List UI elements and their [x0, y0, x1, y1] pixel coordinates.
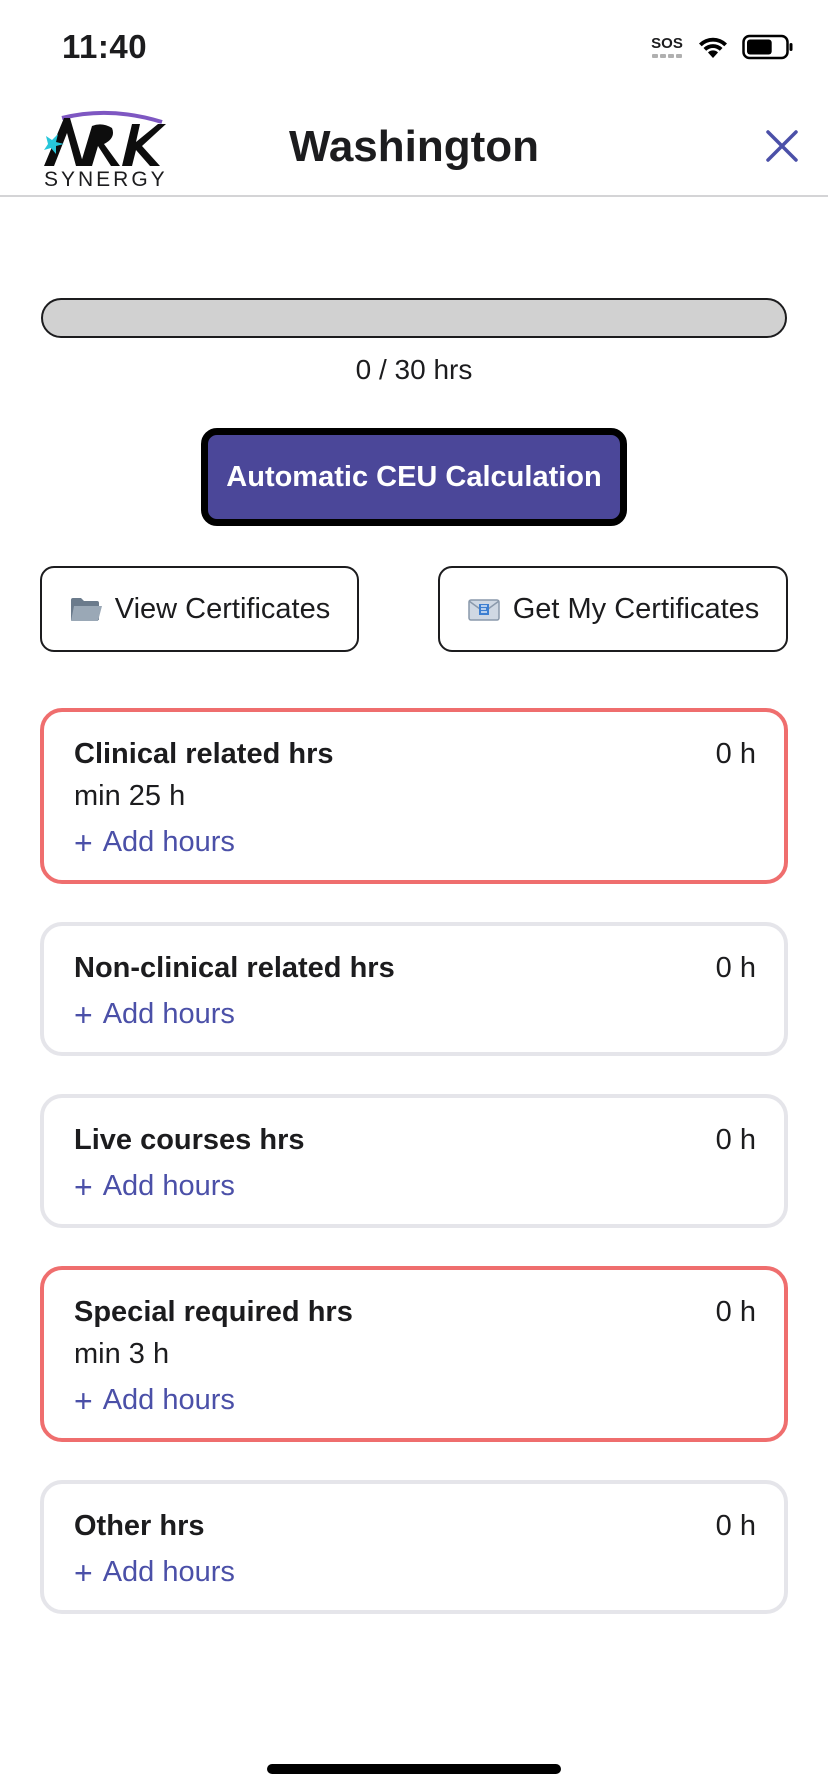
view-certificates-button[interactable]: View Certificates — [40, 566, 359, 652]
battery-icon — [742, 34, 793, 60]
category-hours: 0 h — [715, 738, 756, 770]
category-card-clinical: Clinical related hrs 0 h min 25 h + Add … — [40, 708, 788, 884]
view-certificates-label: View Certificates — [114, 592, 331, 625]
category-card-special-required: Special required hrs 0 h min 3 h + Add h… — [40, 1266, 788, 1442]
category-minimum: min 3 h — [74, 1338, 170, 1370]
wifi-icon — [699, 37, 727, 58]
category-minimum: min 25 h — [74, 780, 186, 812]
category-title: Clinical related hrs — [74, 738, 334, 770]
plus-icon: + — [74, 1382, 93, 1419]
progress-label: 0 / 30 hrs — [355, 354, 473, 385]
get-my-certificates-button[interactable]: Get My Certificates — [438, 566, 788, 652]
category-title: Other hrs — [74, 1510, 205, 1542]
category-title: Special required hrs — [74, 1296, 353, 1328]
add-hours-label: Add hours — [102, 1170, 235, 1202]
header: SYNERGY Washington — [0, 98, 828, 197]
status-bar: 11:40 SOS — [0, 0, 828, 98]
progress-bar — [41, 298, 787, 338]
add-hours-button[interactable]: + Add hours — [74, 826, 235, 859]
get-my-certificates-label: Get My Certificates — [512, 592, 760, 625]
status-time: 11:40 — [62, 28, 148, 65]
page-title: Washington — [288, 122, 540, 171]
sos-label: SOS — [651, 35, 683, 52]
category-card-other: Other hrs 0 h + Add hours — [40, 1480, 788, 1614]
sos-indicator: SOS — [650, 36, 684, 58]
status-indicators: SOS — [650, 34, 794, 60]
add-hours-button[interactable]: + Add hours — [74, 998, 235, 1031]
plus-icon: + — [74, 996, 93, 1033]
signal-dots-icon — [652, 54, 682, 58]
plus-icon: + — [74, 824, 93, 861]
add-hours-button[interactable]: + Add hours — [74, 1170, 235, 1203]
close-icon[interactable] — [762, 126, 802, 166]
add-hours-label: Add hours — [102, 1556, 235, 1588]
category-hours: 0 h — [715, 1124, 756, 1156]
category-title: Non-clinical related hrs — [74, 952, 395, 984]
category-hours: 0 h — [715, 952, 756, 984]
add-hours-label: Add hours — [102, 998, 235, 1030]
category-hours: 0 h — [715, 1296, 756, 1328]
automatic-ceu-calculation-button[interactable]: Automatic CEU Calculation — [201, 428, 627, 526]
category-card-non-clinical: Non-clinical related hrs 0 h + Add hours — [40, 922, 788, 1056]
add-hours-button[interactable]: + Add hours — [74, 1384, 235, 1417]
add-hours-button[interactable]: + Add hours — [74, 1556, 235, 1589]
category-title: Live courses hrs — [74, 1124, 305, 1156]
add-hours-label: Add hours — [102, 1384, 235, 1416]
category-hours: 0 h — [715, 1510, 756, 1542]
envelope-icon — [467, 599, 500, 621]
home-indicator[interactable] — [267, 1764, 561, 1774]
category-card-live-courses: Live courses hrs 0 h + Add hours — [40, 1094, 788, 1228]
plus-icon: + — [74, 1168, 93, 1205]
folder-icon — [70, 598, 102, 621]
add-hours-label: Add hours — [102, 826, 235, 858]
plus-icon: + — [74, 1554, 93, 1591]
